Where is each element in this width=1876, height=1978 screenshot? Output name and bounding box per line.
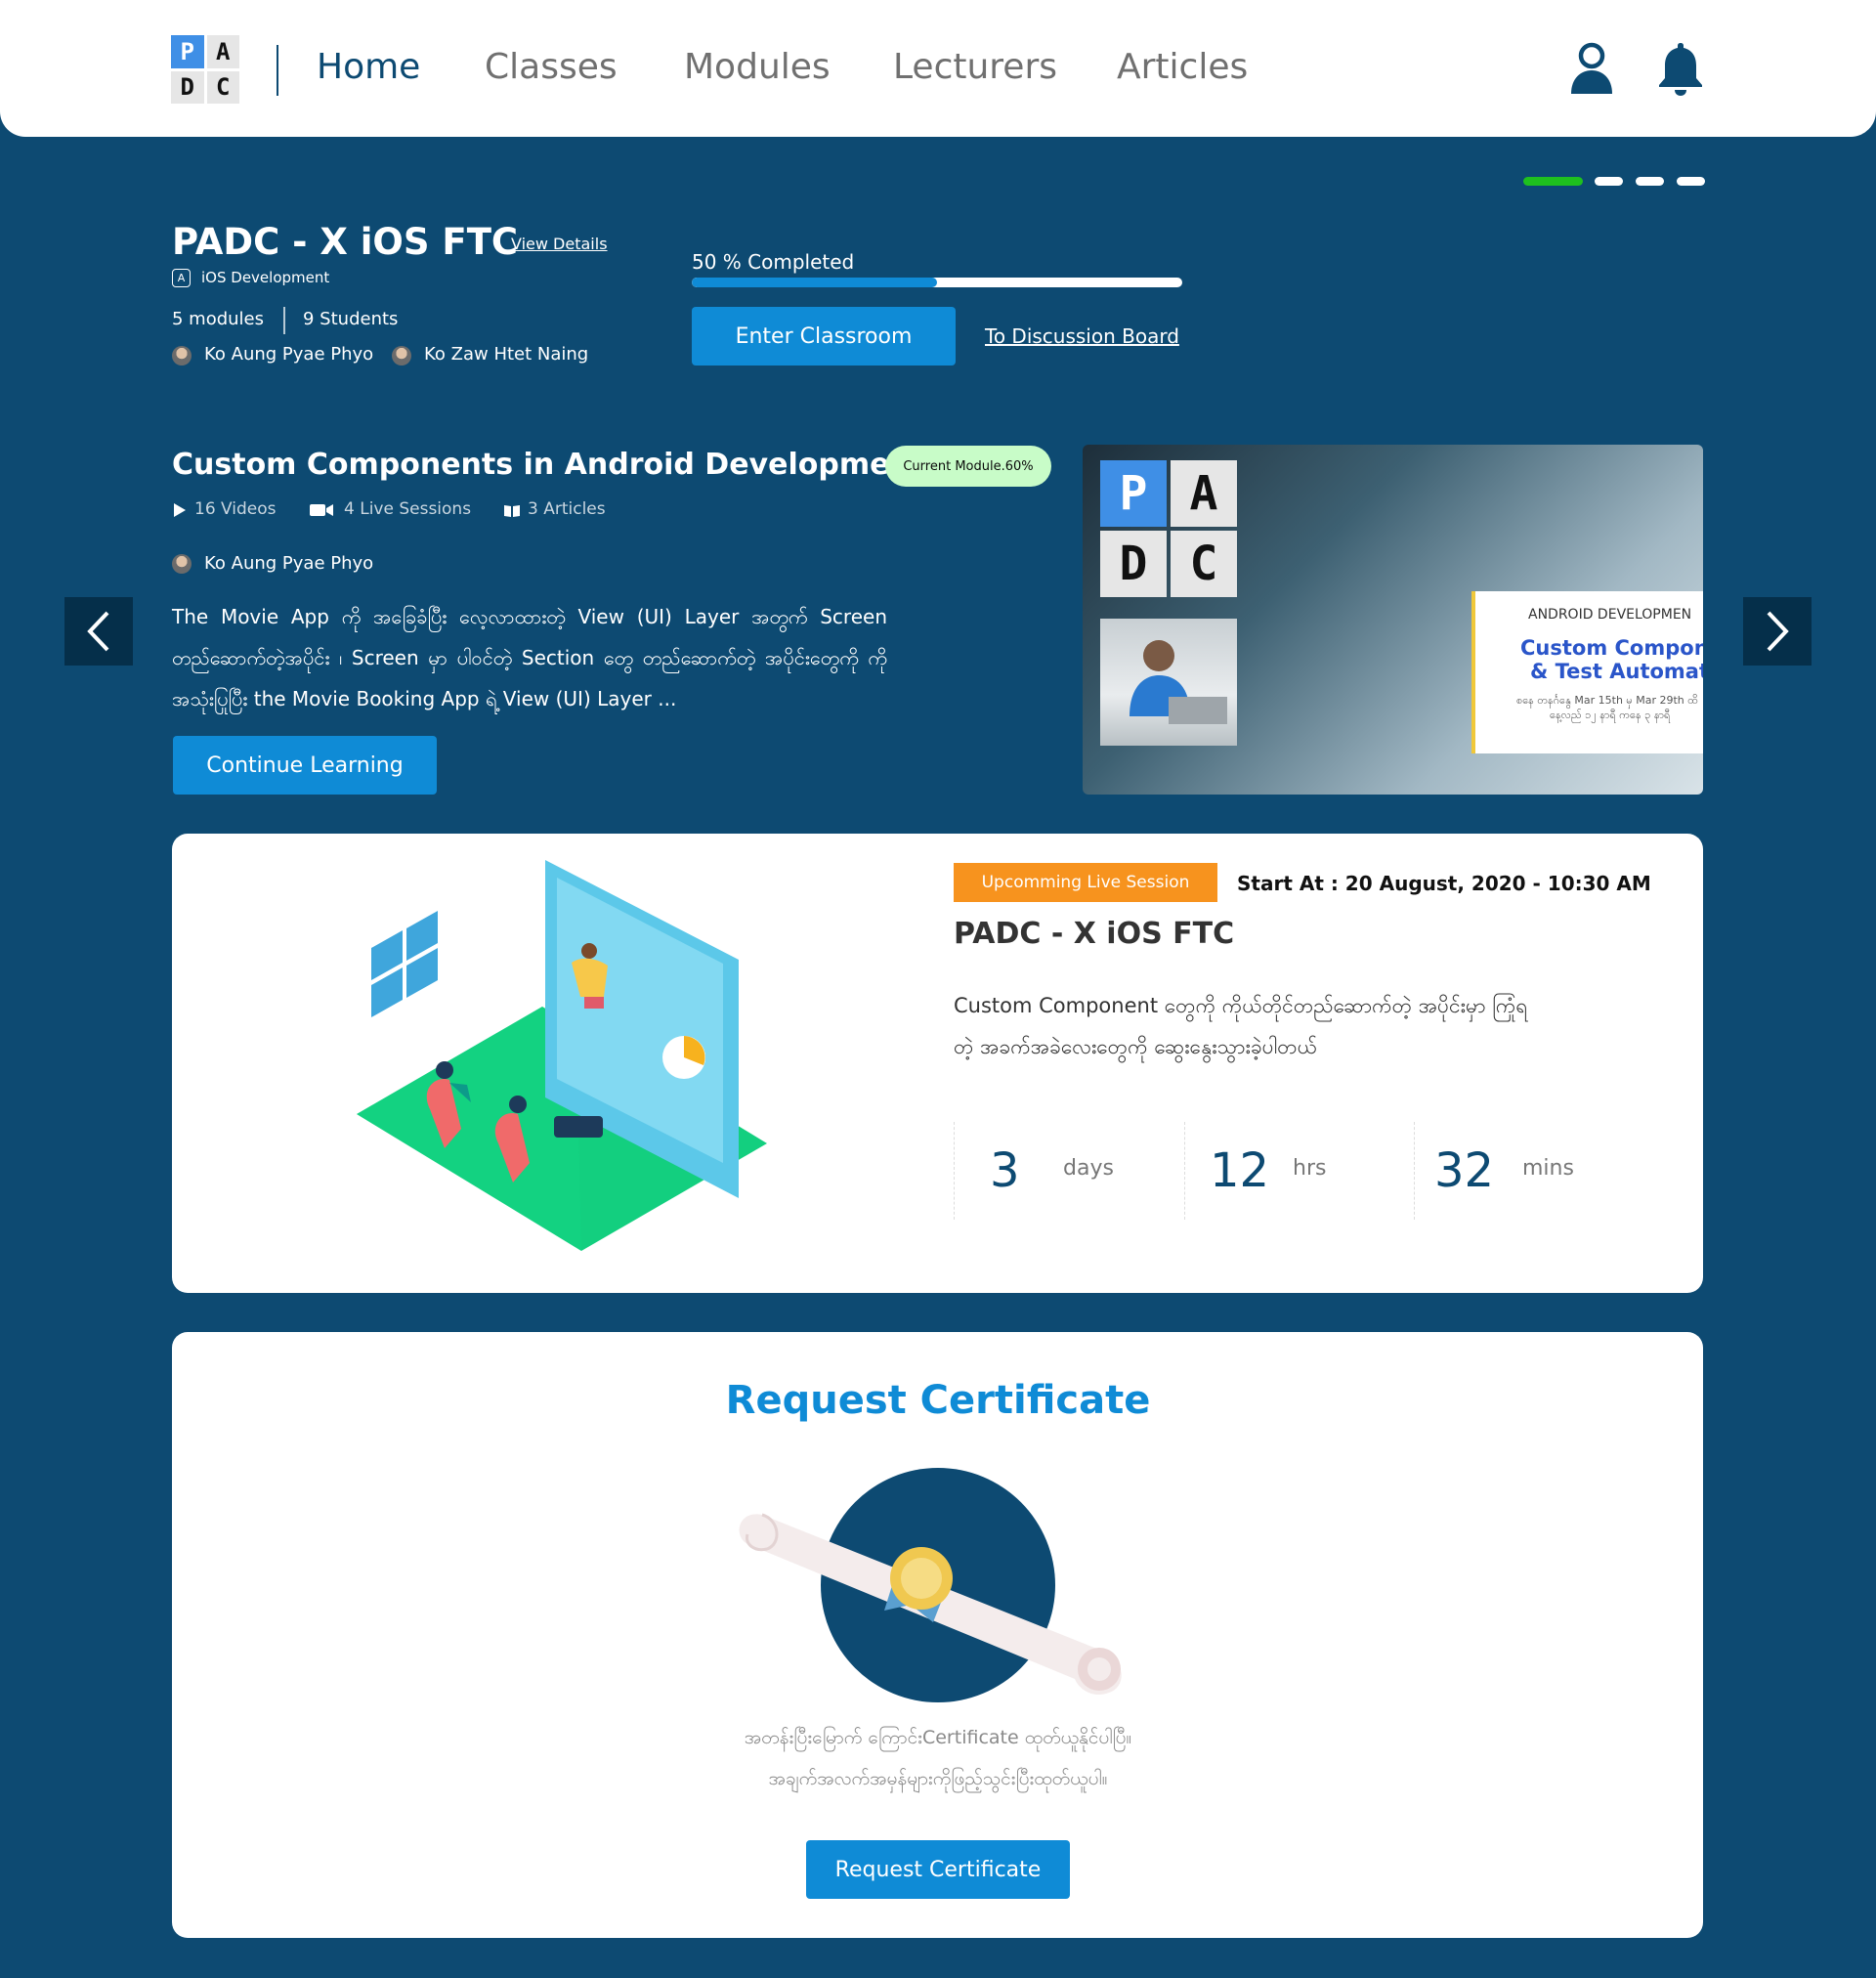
logo-letter: C: [206, 70, 239, 104]
carousel-prev-button[interactable]: [64, 597, 133, 666]
class-title: PADC - X iOS FTC: [172, 221, 519, 263]
nav-classes[interactable]: Classes: [485, 47, 618, 87]
nav-modules[interactable]: Modules: [684, 47, 831, 87]
modules-count: 5 modules: [172, 309, 265, 329]
video-camera-icon: [310, 504, 333, 516]
session-title: PADC - X iOS FTC: [954, 917, 1235, 951]
module-thumbnail[interactable]: P A D C ANDROID DEVELOPMEN Custom Compon…: [1083, 445, 1703, 795]
logo-letter: A: [1171, 460, 1237, 527]
progress-bar: [692, 278, 1182, 287]
lecturer-avatar: [392, 346, 411, 366]
view-details-link[interactable]: View Details: [511, 235, 608, 253]
students-count: 9 Students: [303, 309, 399, 329]
upcoming-session-badge: Upcomming Live Session: [954, 863, 1217, 902]
carousel-dot-active[interactable]: [1523, 177, 1583, 186]
carousel-dot[interactable]: [1595, 177, 1623, 186]
logo-letter: C: [1171, 531, 1237, 597]
thumbnail-title-line1: Custom Componen: [1520, 636, 1703, 660]
logo-letter: P: [171, 35, 204, 68]
chevron-left-icon: [87, 611, 109, 652]
articles-count: 3 Articles: [528, 499, 606, 519]
module-lecturer-name[interactable]: Ko Aung Pyae Phyo: [204, 553, 373, 574]
countdown-days-value: 3: [990, 1143, 1020, 1198]
countdown-days-unit: days: [1063, 1156, 1114, 1181]
countdown-separator: [1184, 1122, 1185, 1220]
logo-letter: D: [171, 70, 204, 104]
countdown-hours-unit: hrs: [1293, 1156, 1327, 1181]
nav-home[interactable]: Home: [317, 47, 420, 87]
current-module-badge: Current Module.60%: [885, 446, 1051, 487]
session-start-time: Start At : 20 August, 2020 - 10:30 AM: [1237, 872, 1651, 895]
videos-count: 16 Videos: [194, 499, 277, 519]
thumbnail-card: ANDROID DEVELOPMEN Custom Componen & Tes…: [1471, 591, 1703, 753]
session-description: Custom Component တွေကို ကိုယ်တိုင်တည်ဆော…: [954, 994, 1528, 1058]
lecturer-photo: [1100, 619, 1237, 746]
countdown-minutes-value: 32: [1434, 1143, 1495, 1198]
class-category: iOS Development: [201, 269, 330, 286]
carousel-dot[interactable]: [1636, 177, 1664, 186]
module-description: The Movie App ကို အခြေခံပြီး လေ့လာထားတဲ့…: [172, 605, 887, 710]
live-sessions-count: 4 Live Sessions: [344, 499, 472, 519]
carousel-dot[interactable]: [1677, 177, 1705, 186]
certificate-description-line2: အချက်အလက်အမှန်များကိုဖြည့်သွင်းပြီးထုတ်ယ…: [768, 1768, 1108, 1789]
thumbnail-schedule-line1: စနေ တနင်္ဂနွေ Mar 15th မှ Mar 29th ထိ: [1516, 694, 1698, 707]
lecturer-avatar: [172, 346, 192, 366]
logo-letter: D: [1100, 531, 1167, 597]
logo-divider: [277, 45, 278, 96]
continue-learning-button[interactable]: Continue Learning: [173, 736, 437, 795]
thumbnail-logo: P A D C: [1100, 460, 1237, 597]
countdown-hours-value: 12: [1210, 1143, 1270, 1198]
lecturer-name[interactable]: Ko Zaw Htet Naing: [424, 344, 588, 365]
bell-icon[interactable]: [1656, 41, 1705, 96]
module-title: Custom Components in Android Development: [172, 448, 925, 482]
live-session-illustration: [357, 860, 767, 1251]
padc-logo[interactable]: P A D C: [171, 35, 239, 104]
logo-letter: P: [1100, 460, 1167, 527]
meta-divider: [283, 307, 285, 334]
thumbnail-category: ANDROID DEVELOPMEN: [1528, 607, 1692, 623]
thumbnail-schedule-line2: နေ့လည် ၁၂ နာရီ ကနေ ၃ နာရီ: [1550, 709, 1671, 721]
chevron-right-icon: [1767, 611, 1789, 652]
carousel-next-button[interactable]: [1743, 597, 1812, 666]
countdown-separator: [1414, 1122, 1415, 1220]
play-icon: [174, 503, 186, 517]
progress-fill: [692, 278, 937, 287]
certificate-title: Request Certificate: [725, 1378, 1151, 1423]
thumbnail-title-line2: & Test Automatio: [1530, 660, 1703, 683]
lecturer-name[interactable]: Ko Aung Pyae Phyo: [204, 344, 373, 365]
profile-icon[interactable]: [1567, 41, 1616, 96]
logo-letter: A: [206, 35, 239, 68]
certificate-scroll-icon: [739, 1513, 1122, 1696]
lecturer-avatar: [172, 554, 192, 574]
progress-label: 50 % Completed: [692, 250, 855, 274]
app-store-icon: A: [172, 269, 191, 287]
countdown-separator: [954, 1122, 955, 1220]
certificate-description-line1: အတန်းပြီးမြောက် ကြောင်းCertificate ထုတ်ယ…: [744, 1727, 1132, 1748]
book-icon: [504, 505, 520, 517]
enter-classroom-button[interactable]: Enter Classroom: [692, 307, 956, 366]
nav-lecturers[interactable]: Lecturers: [893, 47, 1057, 87]
countdown-minutes-unit: mins: [1522, 1156, 1574, 1181]
request-certificate-button[interactable]: Request Certificate: [806, 1840, 1070, 1899]
discussion-board-link[interactable]: To Discussion Board: [985, 324, 1179, 348]
nav-articles[interactable]: Articles: [1117, 47, 1248, 87]
